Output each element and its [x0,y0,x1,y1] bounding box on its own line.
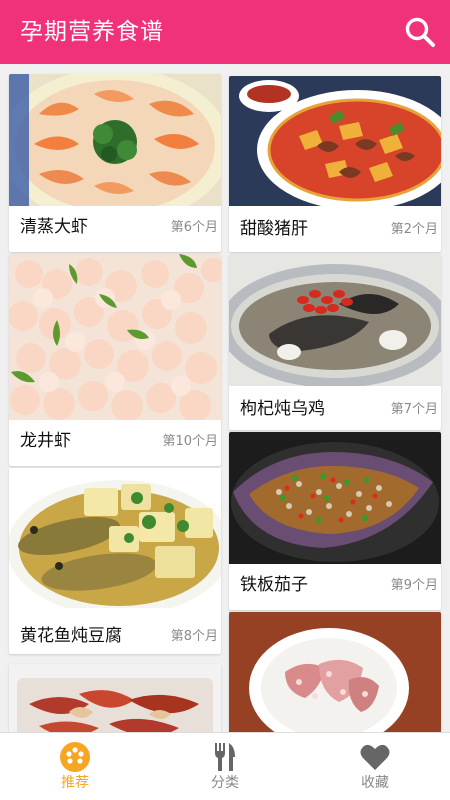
recipe-name: 枸杞炖乌鸡 [240,399,325,419]
recipe-image [9,664,221,732]
recipe-image [229,612,441,732]
app-header: 孕期营养食谱 [0,0,450,64]
recipe-card[interactable] [229,612,441,732]
recipe-card[interactable]: 甜酸猪肝 第2个月 [229,76,441,252]
bottom-tab-bar: 推荐 分类 收藏 [0,732,450,800]
recipe-name: 清蒸大虾 [20,217,88,237]
recipe-name: 甜酸猪肝 [240,219,308,239]
recipe-month: 第10个月 [162,434,218,449]
tab-favorites[interactable]: 收藏 [300,733,450,800]
recipe-image [9,468,221,608]
tab-label: 分类 [211,775,239,791]
recipe-month: 第6个月 [170,220,218,235]
recipe-image [229,254,441,386]
recipe-month: 第9个月 [390,578,438,593]
recipe-card[interactable]: 黄花鱼炖豆腐 第8个月 [9,468,221,654]
heart-icon [360,744,390,770]
recipe-image [9,74,221,206]
recipe-image [229,432,441,564]
page-title: 孕期营养食谱 [20,19,164,45]
recipe-card[interactable]: 清蒸大虾 第6个月 [9,74,221,252]
tab-category[interactable]: 分类 [150,733,300,800]
recommend-icon [60,742,90,772]
recipe-name: 黄花鱼炖豆腐 [20,626,122,646]
recipe-month: 第7个月 [390,402,438,417]
tab-label: 推荐 [61,775,89,791]
recipe-name: 龙井虾 [20,431,71,451]
recipe-feed[interactable]: 清蒸大虾 第6个月 龙井虾 第10个月 黄花鱼炖豆腐 第8个月 甜酸猪肝 第2个… [0,64,450,732]
search-icon [405,17,435,47]
tab-recommend[interactable]: 推荐 [0,733,150,800]
search-button[interactable] [402,14,438,50]
recipe-card[interactable]: 枸杞炖乌鸡 第7个月 [229,254,441,430]
recipe-card[interactable]: 铁板茄子 第9个月 [229,432,441,610]
recipe-card[interactable] [9,664,221,732]
recipe-month: 第8个月 [170,629,218,644]
recipe-image [229,76,441,206]
recipe-name: 铁板茄子 [240,575,308,595]
recipe-card[interactable]: 龙井虾 第10个月 [9,254,221,466]
recipe-month: 第2个月 [390,222,438,237]
recipe-image [9,254,221,420]
fork-knife-icon [215,743,235,771]
tab-label: 收藏 [361,775,389,791]
